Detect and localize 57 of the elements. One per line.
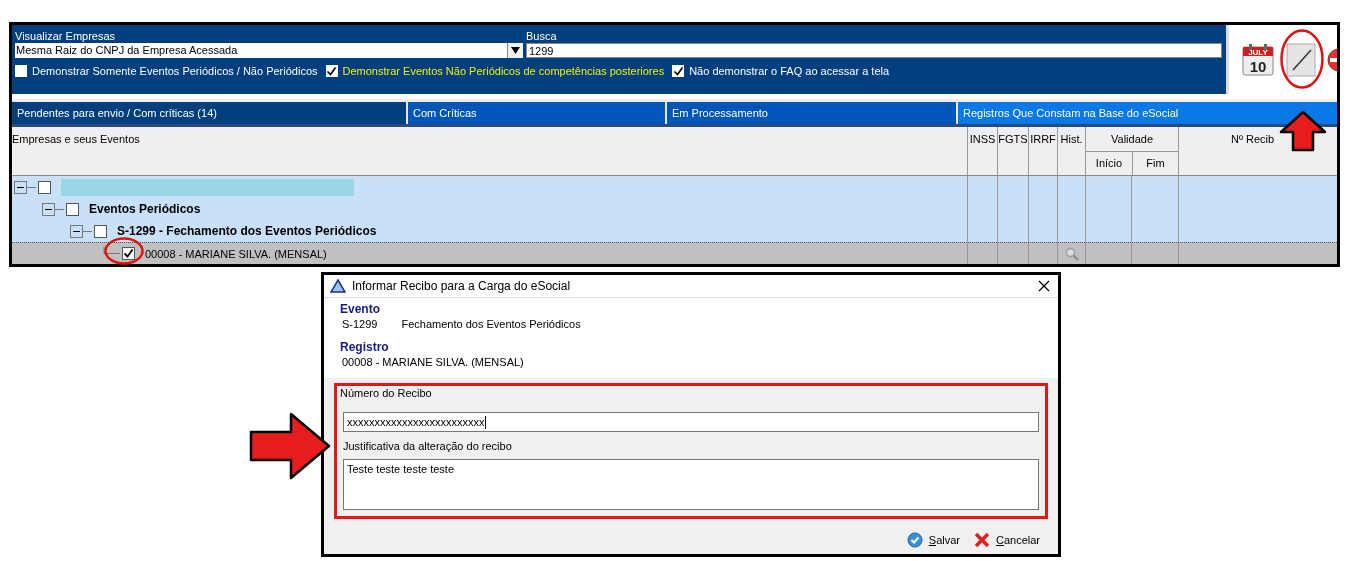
column-header: INSS [967, 127, 997, 175]
checkbox[interactable] [15, 65, 27, 77]
collapse-icon[interactable] [70, 224, 92, 238]
tree-row[interactable]: 00008 - MARIANE SILVA. (MENSAL) [12, 242, 1337, 264]
annotation-arrow [1279, 110, 1327, 152]
option-label: Não demonstrar o FAQ ao acessar a tela [689, 65, 890, 77]
column-header: Início [1094, 156, 1124, 171]
column-header: Empresas e seus Eventos [12, 132, 141, 147]
receipt-field[interactable]: xxxxxxxxxxxxxxxxxxxxxxxxx [343, 412, 1039, 432]
tab[interactable]: Com Críticas [406, 102, 665, 124]
record-value: 00008 - MARIANE SILVA. (MENSAL) [342, 355, 524, 370]
edit-note-icon[interactable] [1285, 41, 1317, 78]
section-label: Evento [340, 302, 381, 316]
checkbox[interactable] [672, 65, 685, 77]
annotation-circle [103, 236, 145, 266]
dropdown-arrow-icon[interactable] [511, 47, 520, 54]
close-icon[interactable] [1038, 280, 1050, 292]
check-icon [906, 532, 923, 548]
checkbox[interactable] [38, 180, 51, 194]
field-label: Justificativa da alteração do recibo [343, 439, 513, 453]
tree-label: Eventos Periódicos [89, 202, 201, 216]
justification-field[interactable]: Teste teste teste teste [343, 459, 1039, 510]
group-label: Número do Recibo [340, 386, 433, 400]
search-field[interactable]: 1299 [526, 43, 1222, 58]
collapse-icon[interactable] [42, 202, 64, 216]
dialog-title: Informar Recibo para a Carga do eSocial [352, 279, 572, 293]
close-icon [973, 532, 990, 548]
app-icon [330, 279, 346, 293]
checkbox[interactable] [122, 247, 135, 260]
column-header: Fim [1132, 152, 1178, 175]
event-name: Fechamento dos Eventos Periódicos [401, 317, 581, 332]
cancel-button[interactable]: Cancelar [973, 532, 1040, 548]
column-header: Validade [1086, 127, 1178, 152]
checkbox[interactable] [66, 202, 79, 216]
remove-icon[interactable] [1327, 47, 1337, 72]
tree-label: 00008 - MARIANE SILVA. (MENSAL) [145, 247, 327, 260]
column-header: IRRF [1028, 127, 1057, 175]
save-button[interactable]: Salvar [906, 532, 960, 548]
tab[interactable]: Em Processamento [665, 102, 956, 124]
tree-row[interactable]: S-1299 - Fechamento dos Eventos Periódicos [12, 220, 1337, 242]
tab[interactable]: Registros Que Constam na Base do eSocial [956, 102, 1337, 124]
tab[interactable]: Pendentes para envio / Com críticas (14) [12, 102, 406, 124]
company-dropdown[interactable]: Mesma Raiz do CNPJ da Empresa Acessada [15, 43, 523, 58]
collapse-icon[interactable] [14, 180, 36, 194]
checkbox[interactable] [94, 224, 107, 238]
tree-label: S-1299 - Fechamento dos Eventos Periódicos [117, 224, 377, 238]
option-label: Demonstrar Eventos Não Periódicos de competências posteriores [342, 65, 665, 77]
column-header: Hist. [1057, 127, 1085, 175]
column-header: FGTS [997, 127, 1028, 175]
option-label: Demonstrar Somente Eventos Periódicos / Não Periódicos [32, 65, 318, 77]
annotation-circle [1279, 28, 1325, 90]
tree-row[interactable]: Eventos Periódicos [12, 198, 1337, 220]
field-label: Visualizar Empresas [15, 29, 117, 43]
checkbox[interactable] [325, 65, 338, 77]
section-label: Registro [340, 340, 390, 354]
field-label: Busca [526, 29, 558, 43]
event-code: S-1299 [342, 317, 378, 332]
